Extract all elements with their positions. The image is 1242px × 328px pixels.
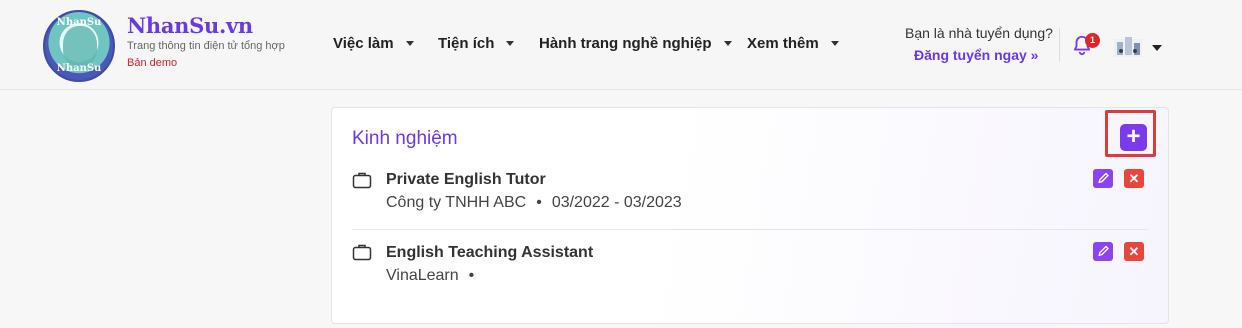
edit-experience-button[interactable] xyxy=(1093,169,1113,188)
chevron-down-icon xyxy=(405,41,414,46)
nav-item-career-kit[interactable]: Hành trang nghề nghiệp xyxy=(539,35,732,52)
delete-experience-button[interactable]: ✕ xyxy=(1124,242,1144,261)
briefcase-icon xyxy=(352,244,372,261)
header-divider xyxy=(1059,28,1060,62)
chevron-down-icon xyxy=(830,41,839,46)
nav-item-jobs[interactable]: Việc làm xyxy=(333,35,414,52)
logo-bottom-text: NhanSu xyxy=(56,63,102,74)
nav-item-label: Hành trang nghề nghiệp xyxy=(539,35,712,52)
add-experience-button[interactable]: + xyxy=(1120,124,1147,151)
experience-title: Kinh nghiệm xyxy=(352,128,458,149)
experience-job-title: Private English Tutor xyxy=(386,171,546,188)
nav-item-utilities[interactable]: Tiện ích xyxy=(438,35,515,52)
pencil-icon xyxy=(1098,172,1109,184)
nav-item-label: Việc làm xyxy=(333,35,394,52)
chevron-down-icon xyxy=(723,41,732,46)
meta-separator: • xyxy=(536,194,542,211)
experience-job-title: English Teaching Assistant xyxy=(386,244,594,261)
recruiter-question: Bạn là nhà tuyển dụng? xyxy=(905,25,1053,41)
chevron-down-icon xyxy=(506,41,515,46)
site-logo[interactable]: NhanSu NhanSu xyxy=(43,10,115,82)
pencil-icon xyxy=(1098,245,1109,257)
account-menu-chevron-icon[interactable] xyxy=(1152,45,1162,51)
user-avatar[interactable] xyxy=(1113,33,1143,59)
experience-period: 03/2022 - 03/2023 xyxy=(551,194,682,211)
edit-experience-button[interactable] xyxy=(1093,242,1113,261)
logo-top-text: NhanSu xyxy=(56,17,102,28)
brand-tagline: Trang thông tin điện tử tổng hợp xyxy=(127,40,285,52)
nav-item-more[interactable]: Xem thêm xyxy=(747,35,839,52)
experience-company: Công ty TNHH ABC xyxy=(386,194,527,211)
post-job-link[interactable]: Đăng tuyển ngay » xyxy=(914,47,1038,63)
experience-card: Kinh nghiệm + Private English Tutor Công… xyxy=(331,107,1169,324)
nav-item-label: Tiện ích xyxy=(438,35,495,52)
meta-separator: • xyxy=(468,267,475,284)
item-divider xyxy=(352,229,1148,230)
brand-name[interactable]: NhanSu.vn xyxy=(127,13,253,38)
nav-item-label: Xem thêm xyxy=(747,35,819,52)
delete-experience-button[interactable]: ✕ xyxy=(1124,169,1144,188)
briefcase-icon xyxy=(352,172,372,189)
logo-face-graphic xyxy=(63,26,97,66)
experience-meta: Công ty TNHH ABC • 03/2022 - 03/2023 xyxy=(386,194,682,212)
experience-meta: VinaLearn • xyxy=(386,267,484,285)
demo-label: Bản demo xyxy=(127,57,178,69)
experience-company: VinaLearn xyxy=(386,267,459,284)
notification-badge: 1 xyxy=(1085,33,1100,48)
site-header: NhanSu NhanSu NhanSu.vn Trang thông tin … xyxy=(0,0,1242,90)
